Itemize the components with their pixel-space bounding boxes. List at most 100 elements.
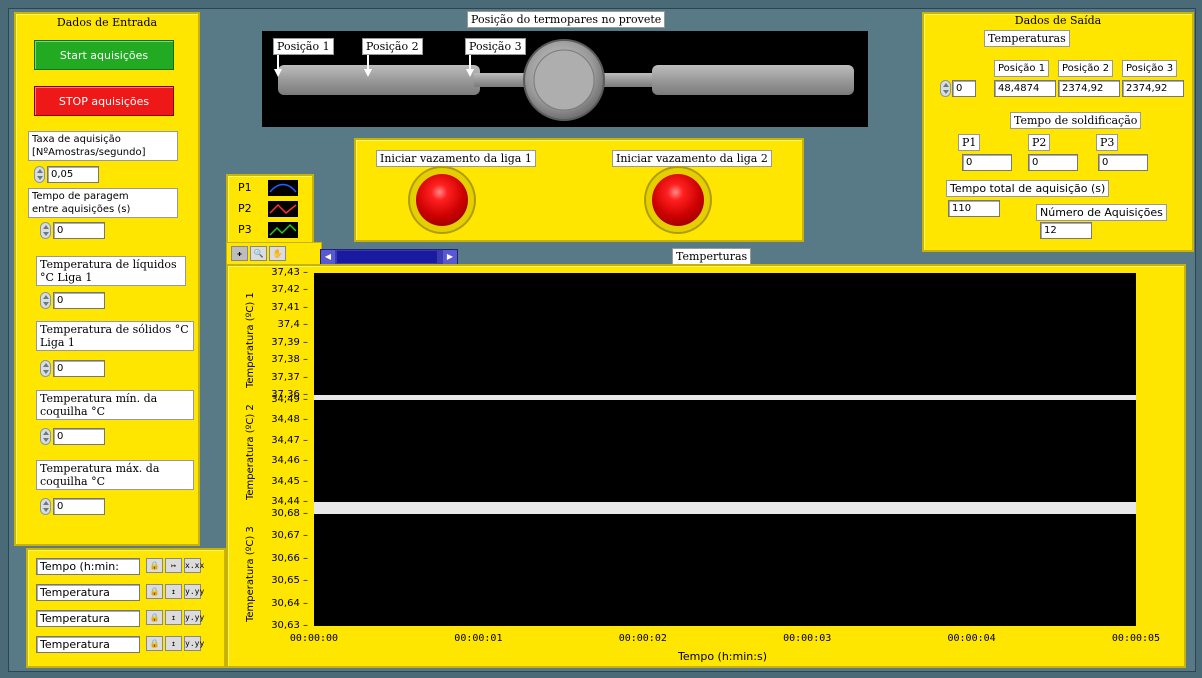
- y-tick-label: 37,39 –: [271, 336, 308, 348]
- y-tick-label: 37,37 –: [271, 371, 308, 383]
- sample-rate-spinner[interactable]: [34, 166, 45, 183]
- scale-legend-row: Tempo (h:min: 🔒 ↦ x.xx: [34, 556, 214, 578]
- mold-max-temp-spinner[interactable]: [40, 498, 51, 515]
- x-tick-label: 00:00:01: [454, 633, 503, 644]
- solidus-temp-input[interactable]: 0: [53, 360, 105, 377]
- plot-area-1[interactable]: [314, 273, 1136, 395]
- scroll-right-arrow-icon[interactable]: ▶: [443, 250, 457, 264]
- x-tick-label: 00:00:00: [289, 633, 339, 644]
- autoscale-y-icon[interactable]: ↥: [165, 584, 182, 599]
- solid-value-p1: 0: [962, 154, 1012, 171]
- plot-legend-p2-label: P2: [238, 202, 252, 215]
- graph-palette: ✚ 🔍 ✋: [226, 242, 322, 266]
- thermocouple-position-1: Posição 1: [273, 38, 334, 55]
- y-tick-label: 30,68 –: [271, 508, 308, 519]
- liquidus-temp-input[interactable]: 0: [53, 292, 105, 309]
- x-axis-label: Tempo (h:min:s): [678, 650, 767, 663]
- y-tick-label: 30,63 –: [271, 620, 308, 631]
- specimen-diagram: Posição 1 Posição 2 Posição 3: [262, 31, 868, 127]
- format-y-icon[interactable]: y.yy: [184, 636, 204, 651]
- autoscale-x-icon[interactable]: ↦: [165, 558, 182, 573]
- pause-time-label: Tempo de paragem entre aquisições (s): [28, 188, 178, 218]
- temp-value-position-1: 48,4874: [994, 80, 1056, 97]
- zoom-tool-icon[interactable]: 🔍: [250, 246, 267, 261]
- lock-icon[interactable]: 🔒: [146, 584, 163, 599]
- mold-max-temp-input[interactable]: 0: [53, 498, 105, 515]
- y-tick-label: 34,49 –: [271, 394, 308, 405]
- plot-legend-p1-label: P1: [238, 181, 252, 194]
- lock-icon[interactable]: 🔒: [146, 558, 163, 573]
- plot-area-2[interactable]: [314, 400, 1136, 502]
- x-tick-label: 00:00:03: [783, 633, 832, 644]
- autoscale-y-icon[interactable]: ↥: [165, 636, 182, 651]
- acquisition-count-value: 12: [1040, 222, 1092, 239]
- temp-header-position-2: Posição 2: [1058, 60, 1114, 77]
- lock-icon[interactable]: 🔒: [146, 610, 163, 625]
- pour-alloy-1-button[interactable]: [416, 174, 468, 226]
- solidification-title: Tempo de soldificação: [1010, 112, 1142, 129]
- thermocouple-position-3: Posição 3: [465, 38, 526, 55]
- total-time-value: 110: [948, 200, 1000, 217]
- format-y-icon[interactable]: y.yy: [184, 610, 204, 625]
- pour-alloy-2-label: Iniciar vazamento da liga 2: [612, 150, 772, 167]
- mold-min-temp-spinner[interactable]: [40, 428, 51, 445]
- temp-value-position-2: 2374,92: [1058, 80, 1120, 97]
- scale-legend-y2-name[interactable]: Temperatura: [36, 610, 140, 627]
- plot-area-3[interactable]: [314, 514, 1136, 626]
- sample-rate-label: Taxa de aquisição [NºAmostras/segundo]: [28, 131, 178, 161]
- y-tick-label: 34,44 –: [271, 496, 308, 507]
- scroll-thumb[interactable]: [337, 251, 437, 263]
- plot-legend-item[interactable]: P2: [234, 200, 304, 218]
- pause-time-input[interactable]: 0: [53, 222, 105, 239]
- input-panel-title: Dados de Entrada: [56, 16, 158, 29]
- y-axis-label-3: Temperatura (ºC) 3: [245, 526, 256, 622]
- scale-legend-y3-name[interactable]: Temperatura: [36, 636, 140, 653]
- format-y-icon[interactable]: y.yy: [184, 584, 204, 599]
- scroll-left-arrow-icon[interactable]: ◀: [321, 250, 335, 264]
- scale-legend-x-name[interactable]: Tempo (h:min:: [36, 558, 140, 575]
- y-tick-label: 30,67 –: [271, 530, 308, 542]
- chart-title: Temperturas: [672, 248, 752, 265]
- format-x-icon[interactable]: x.xx: [184, 558, 204, 573]
- pour-alloy-2-button[interactable]: [652, 174, 704, 226]
- pause-time-spinner[interactable]: [40, 222, 51, 239]
- scale-legend-row: Temperatura 🔒 ↥ y.yy: [34, 582, 214, 604]
- liquidus-temp-label: Temperatura de líquidos °C Liga 1: [36, 256, 186, 286]
- plot-divider: [314, 502, 1136, 514]
- plot-legend-p3-swatch: [268, 222, 298, 238]
- temp-header-position-3: Posição 3: [1122, 60, 1178, 77]
- array-index-input[interactable]: 0: [952, 80, 976, 97]
- plot-legend-item[interactable]: P1: [234, 179, 304, 197]
- scale-legend-y1-name[interactable]: Temperatura: [36, 584, 140, 601]
- stop-acquisition-button[interactable]: STOP aquisições: [34, 86, 174, 116]
- x-tick-label: 00:00:02: [618, 633, 667, 644]
- mold-min-temp-input[interactable]: 0: [53, 428, 105, 445]
- acquisition-count-label: Número de Aquisições: [1036, 204, 1167, 221]
- array-index-spinner[interactable]: [940, 80, 951, 97]
- solid-value-p3: 0: [1098, 154, 1148, 171]
- liquidus-temp-spinner[interactable]: [40, 292, 51, 309]
- output-panel: Dados de Saída Temperaturas 0 Posição 1 …: [922, 12, 1194, 252]
- y-tick-label: 34,47 –: [271, 434, 308, 446]
- thermocouple-position-2: Posição 2: [362, 38, 423, 55]
- pour-alloy-1-label: Iniciar vazamento da liga 1: [376, 150, 536, 167]
- plot-legend-item[interactable]: P3: [234, 221, 304, 239]
- sample-rate-input[interactable]: 0,05: [47, 166, 99, 183]
- pan-tool-icon[interactable]: ✋: [269, 246, 286, 261]
- solidus-temp-spinner[interactable]: [40, 360, 51, 377]
- graph-scrollbar[interactable]: ◀ ▶: [320, 249, 458, 265]
- plot-legend-p2-swatch: [268, 201, 298, 217]
- temp-header-position-1: Posição 1: [994, 60, 1050, 77]
- solidus-temp-label: Temperatura de sólidos °C Liga 1: [36, 321, 194, 351]
- solid-header-p2: P2: [1028, 134, 1051, 151]
- start-acquisition-button[interactable]: Start aquisições: [34, 40, 174, 70]
- autoscale-y-icon[interactable]: ↥: [165, 610, 182, 625]
- mold-min-temp-label: Temperatura mín. da coquilha °C: [36, 390, 194, 420]
- y-axis-label-2: Temperatura (ºC) 2: [245, 404, 256, 500]
- chart-panel: 37,43 – 37,42 – 37,41 – 37,4 – 37,39 – 37,38 …: [226, 264, 1186, 668]
- lock-icon[interactable]: 🔒: [146, 636, 163, 651]
- temperatures-title: Temperaturas: [984, 30, 1070, 47]
- scale-legend-row: Temperatura 🔒 ↥ y.yy: [34, 634, 214, 656]
- cursor-tool-icon[interactable]: ✚: [231, 246, 248, 261]
- x-tick-label: 00:00:05: [1111, 633, 1161, 644]
